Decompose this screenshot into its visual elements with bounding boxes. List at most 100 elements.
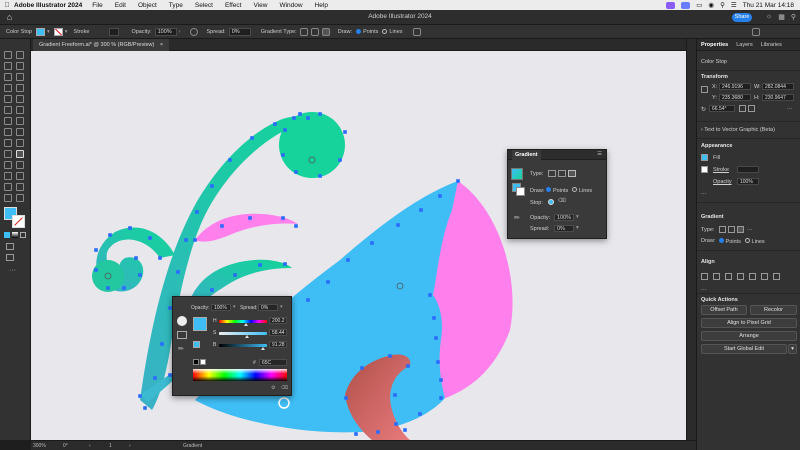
gradient-panel-points-radio[interactable] <box>546 187 551 192</box>
saturation-field[interactable]: 58.44 <box>269 329 287 336</box>
tab-properties[interactable]: Properties <box>701 42 728 48</box>
chevron-down-icon[interactable]: ▾ <box>280 304 283 310</box>
control-center-icon[interactable]: ☰ <box>731 1 737 9</box>
search-icon[interactable]: ⚲ <box>720 1 725 9</box>
hand-tool-icon[interactable] <box>4 194 12 202</box>
free-transform-tool-icon[interactable] <box>16 128 24 136</box>
rectangle-tool-icon[interactable] <box>4 95 12 103</box>
anchor-point[interactable] <box>360 366 364 370</box>
linear-gradient-icon[interactable] <box>548 170 556 177</box>
gradient-mode-icon[interactable] <box>12 232 18 238</box>
saturation-slider[interactable] <box>219 332 267 335</box>
anchor-point[interactable] <box>306 298 310 302</box>
gradient-panel-title[interactable]: Gradient <box>512 150 541 160</box>
gradient-panel-titlebar[interactable]: Gradient ☰ <box>508 150 606 160</box>
align-pixel-grid-button[interactable]: Align to Pixel Grid <box>701 318 797 328</box>
angle-field[interactable]: 66.54° <box>709 105 735 112</box>
next-artboard-icon[interactable]: › <box>129 443 131 449</box>
chevron-right-icon[interactable]: › <box>179 29 181 35</box>
chevron-down-icon[interactable]: ▾ <box>576 225 579 231</box>
curvature-tool-icon[interactable] <box>16 73 24 81</box>
align-right-icon[interactable] <box>725 273 732 280</box>
spread-field[interactable]: 0% <box>228 27 251 36</box>
radial-gradient-icon[interactable] <box>558 170 566 177</box>
chevron-down-icon[interactable]: ▾ <box>65 29 68 35</box>
anchor-point[interactable] <box>210 288 214 292</box>
fill-swatch[interactable] <box>701 154 708 161</box>
trash-icon[interactable]: ⌫ <box>558 198 566 204</box>
paintbrush-tool-icon[interactable] <box>16 95 24 103</box>
opacity-field[interactable]: 100% <box>154 27 177 36</box>
tab-libraries[interactable]: Libraries <box>761 42 782 48</box>
stroke-weight-field[interactable] <box>109 27 120 36</box>
start-global-edit-button[interactable]: Start Global Edit <box>701 344 787 354</box>
anchor-point[interactable] <box>273 122 277 126</box>
anchor-point[interactable] <box>298 112 302 116</box>
mesh-tool-icon[interactable] <box>4 150 12 158</box>
align-to-icon[interactable] <box>773 273 780 280</box>
magic-wand-tool-icon[interactable] <box>4 62 12 70</box>
menu-effect[interactable]: Effect <box>225 2 242 9</box>
anchor-point[interactable] <box>160 342 164 346</box>
apple-icon[interactable]:  <box>0 2 14 9</box>
arrange-documents-icon[interactable] <box>752 27 760 36</box>
draw-points-radio[interactable] <box>356 29 362 34</box>
w-field[interactable]: 282.0844 <box>762 83 794 90</box>
recolor-icon[interactable] <box>190 27 199 36</box>
gradient-preview-swatch[interactable] <box>511 168 523 180</box>
draw-lines-radio[interactable] <box>382 29 388 34</box>
anchor-point[interactable] <box>370 241 374 245</box>
battery-icon[interactable]: ▭ <box>696 1 702 9</box>
gradient-panel-spread-field[interactable]: 0% <box>554 225 574 232</box>
text-to-vector-row[interactable]: › Text to Vector Graphic (Beta) <box>701 127 775 133</box>
anchor-point[interactable] <box>406 364 410 368</box>
rotate-tool-icon[interactable] <box>4 117 12 125</box>
menu-window[interactable]: Window <box>279 2 302 9</box>
current-color-swatch[interactable] <box>193 317 207 331</box>
more-options-icon[interactable]: ··· <box>701 191 707 197</box>
anchor-point[interactable] <box>436 360 440 364</box>
align-left-icon[interactable] <box>701 273 708 280</box>
direct-selection-tool-icon[interactable] <box>16 51 24 59</box>
anchor-point[interactable] <box>294 224 298 228</box>
gradient-panel-points-label[interactable]: Points <box>553 188 568 194</box>
menu-file[interactable]: File <box>92 2 102 9</box>
anchor-point[interactable] <box>428 293 432 297</box>
search-icon[interactable]: ⚲ <box>791 13 796 21</box>
menu-edit[interactable]: Edit <box>115 2 126 9</box>
anchor-point[interactable] <box>456 179 460 183</box>
none-mode-icon[interactable] <box>20 232 26 238</box>
blend-tool-icon[interactable] <box>16 161 24 169</box>
stroke-label[interactable]: Stroke <box>74 29 90 35</box>
anchor-point[interactable] <box>343 130 347 134</box>
flip-horizontal-icon[interactable] <box>739 105 746 112</box>
teal-circle-shape[interactable] <box>279 112 345 178</box>
color-panel-spread-field[interactable]: 0% <box>258 304 278 311</box>
anchor-point[interactable] <box>158 256 162 260</box>
anchor-point[interactable] <box>396 223 400 227</box>
tray-app-icon[interactable] <box>666 1 676 9</box>
anchor-point[interactable] <box>394 422 398 426</box>
close-icon[interactable]: × <box>160 42 163 48</box>
gradient-panel-opacity-field[interactable]: 100% <box>554 214 574 221</box>
out-of-gamut-swatch[interactable] <box>193 341 200 348</box>
anchor-point[interactable] <box>281 153 285 157</box>
pencil-tool-icon[interactable] <box>4 106 12 114</box>
chevron-down-icon[interactable]: ▾ <box>576 214 579 220</box>
anchor-point[interactable] <box>294 170 298 174</box>
lasso-tool-icon[interactable] <box>16 62 24 70</box>
anchor-point[interactable] <box>108 233 112 237</box>
opacity-field[interactable]: 100% <box>737 178 759 185</box>
anchor-point[interactable] <box>128 226 132 230</box>
black-swatch[interactable] <box>193 359 199 365</box>
gradient-panel-lines-label[interactable]: Lines <box>579 188 592 194</box>
eyedropper-tool-icon[interactable] <box>4 161 12 169</box>
vertical-scrollbar[interactable] <box>686 39 696 440</box>
anchor-point[interactable] <box>193 238 197 242</box>
anchor-point[interactable] <box>220 224 224 228</box>
wifi-icon[interactable]: ◉ <box>708 1 714 9</box>
anchor-point[interactable] <box>318 174 322 178</box>
document-tab[interactable]: Gradient Freeform.ai* @ 300 % (RGB/Previ… <box>33 39 170 51</box>
rotation-value[interactable]: 0° <box>63 443 68 449</box>
anchor-point[interactable] <box>403 428 407 432</box>
